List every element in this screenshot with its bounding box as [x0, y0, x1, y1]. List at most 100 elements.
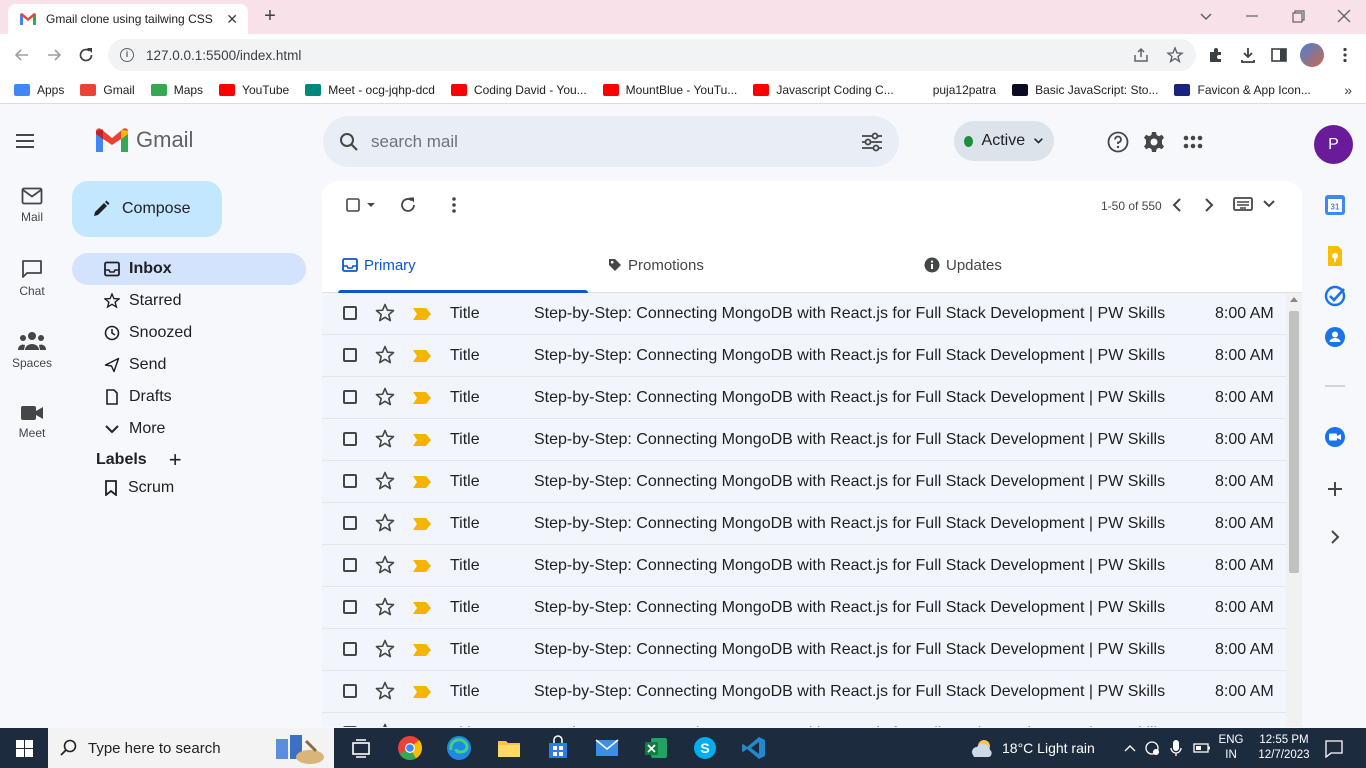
row-checkbox[interactable]: [343, 558, 357, 572]
excel-icon[interactable]: [643, 735, 669, 761]
keep-icon[interactable]: [1324, 245, 1346, 267]
search-bar[interactable]: [323, 116, 899, 167]
add-label-icon[interactable]: +: [169, 449, 182, 471]
star-icon[interactable]: [375, 345, 395, 365]
main-menu-icon[interactable]: [15, 133, 35, 149]
tasks-icon[interactable]: [1324, 285, 1346, 307]
bookmark-item[interactable]: Favicon & App Icon...: [1174, 83, 1311, 97]
star-icon[interactable]: [375, 513, 395, 533]
bookmark-item[interactable]: Maps: [150, 83, 203, 97]
expand-panel-icon[interactable]: [1324, 526, 1346, 548]
important-marker-icon[interactable]: [413, 350, 431, 362]
select-all-checkbox[interactable]: [346, 198, 376, 212]
star-icon[interactable]: [375, 723, 395, 727]
row-checkbox[interactable]: [343, 642, 357, 656]
tab-updates[interactable]: Updates: [924, 237, 1002, 293]
row-checkbox[interactable]: [343, 474, 357, 488]
microsoft-store-icon[interactable]: [545, 735, 571, 761]
scroll-up-icon[interactable]: [1290, 297, 1298, 302]
star-icon[interactable]: [375, 555, 395, 575]
minimize-icon[interactable]: [1242, 6, 1262, 26]
older-page-icon[interactable]: [1171, 196, 1183, 214]
important-marker-icon[interactable]: [413, 518, 431, 530]
email-row[interactable]: Title Step-by-Step: Connecting MongoDB wi…: [322, 629, 1286, 671]
sidebar-item-starred[interactable]: Starred: [72, 285, 306, 317]
search-input[interactable]: [371, 131, 861, 152]
important-marker-icon[interactable]: [413, 560, 431, 572]
chrome-taskbar-icon[interactable]: [397, 735, 423, 761]
filter-options-icon[interactable]: [861, 132, 883, 152]
windows-start-icon[interactable]: [16, 740, 33, 757]
star-icon[interactable]: [375, 681, 395, 701]
star-icon[interactable]: [375, 639, 395, 659]
browser-profile-avatar[interactable]: [1300, 43, 1324, 67]
mail-taskbar-icon[interactable]: [594, 735, 620, 761]
sidebar-item-more[interactable]: More: [72, 413, 306, 445]
email-row[interactable]: Title Step-by-Step: Connecting MongoDB wi…: [322, 545, 1286, 587]
label-item-scrum[interactable]: Scrum: [104, 479, 174, 497]
more-vert-icon[interactable]: [451, 196, 457, 214]
star-icon[interactable]: [375, 429, 395, 449]
important-marker-icon[interactable]: [413, 476, 431, 488]
meet-video-icon[interactable]: [1324, 426, 1346, 448]
language-indicator[interactable]: ENG IN: [1216, 733, 1246, 763]
calendar-icon[interactable]: 31: [1324, 194, 1346, 216]
rail-chat[interactable]: Chat: [0, 259, 64, 298]
star-icon[interactable]: [375, 387, 395, 407]
sidebar-item-snoozed[interactable]: Snoozed: [72, 317, 306, 349]
settings-gear-icon[interactable]: [1143, 131, 1165, 153]
star-icon[interactable]: [375, 597, 395, 617]
show-hidden-icons-icon[interactable]: [1122, 738, 1138, 758]
share-icon[interactable]: [1132, 46, 1150, 64]
clock[interactable]: 12:55 PM 12/7/2023: [1252, 733, 1316, 763]
task-view-icon[interactable]: [348, 735, 374, 761]
bookmark-item[interactable]: puja12patra: [909, 83, 996, 97]
search-icon[interactable]: [339, 132, 359, 152]
sidebar-item-send[interactable]: Send: [72, 349, 306, 381]
gmail-logo[interactable]: Gmail: [96, 127, 193, 153]
bookmark-item[interactable]: Javascript Coding C...: [753, 83, 894, 97]
forward-icon[interactable]: [44, 45, 64, 65]
star-icon[interactable]: [375, 471, 395, 491]
important-marker-icon[interactable]: [413, 686, 431, 698]
important-marker-icon[interactable]: [413, 308, 431, 320]
rail-meet[interactable]: Meet: [0, 405, 64, 440]
bookmark-item[interactable]: Apps: [14, 83, 64, 97]
tab-primary[interactable]: Primary: [342, 237, 416, 293]
row-checkbox[interactable]: [343, 684, 357, 698]
sidebar-item-inbox[interactable]: Inbox: [72, 253, 306, 285]
keyboard-icon[interactable]: [1233, 196, 1275, 212]
email-row[interactable]: Title Step-by-Step: Connecting MongoDB wi…: [322, 713, 1286, 727]
row-checkbox[interactable]: [343, 600, 357, 614]
restore-icon[interactable]: [1288, 6, 1308, 26]
notifications-icon[interactable]: [1324, 738, 1344, 758]
email-row[interactable]: Title Step-by-Step: Connecting MongoDB wi…: [322, 377, 1286, 419]
contacts-icon[interactable]: [1324, 326, 1346, 348]
chrome-menu-icon[interactable]: [1336, 46, 1354, 64]
email-list-scrollbar[interactable]: [1286, 293, 1302, 727]
row-checkbox[interactable]: [343, 726, 357, 727]
address-bar[interactable]: i 127.0.0.1:5500/index.html: [108, 39, 1196, 71]
important-marker-icon[interactable]: [413, 602, 431, 614]
refresh-icon[interactable]: [399, 196, 417, 214]
sidebar-item-drafts[interactable]: Drafts: [72, 381, 306, 413]
newer-page-icon[interactable]: [1203, 196, 1215, 214]
rail-spaces[interactable]: Spaces: [0, 331, 64, 370]
site-info-icon[interactable]: i: [120, 48, 134, 62]
browser-tab[interactable]: Gmail clone using tailwing CSS ✕: [8, 4, 248, 34]
reload-icon[interactable]: [76, 45, 96, 65]
email-row[interactable]: Title Step-by-Step: Connecting MongoDB wi…: [322, 293, 1286, 335]
bookmark-item[interactable]: Gmail: [80, 83, 135, 97]
row-checkbox[interactable]: [343, 432, 357, 446]
side-panel-icon[interactable]: [1270, 46, 1288, 64]
bookmark-star-icon[interactable]: [1166, 46, 1184, 64]
extensions-icon[interactable]: [1207, 46, 1225, 64]
microphone-icon[interactable]: [1168, 738, 1184, 758]
row-checkbox[interactable]: [343, 348, 357, 362]
email-row[interactable]: Title Step-by-Step: Connecting MongoDB wi…: [322, 461, 1286, 503]
skype-icon[interactable]: S: [692, 735, 718, 761]
bookmark-item[interactable]: Coding David - You...: [450, 83, 587, 97]
tab-close-icon[interactable]: ✕: [226, 11, 238, 28]
row-checkbox[interactable]: [343, 306, 357, 320]
important-marker-icon[interactable]: [413, 392, 431, 404]
